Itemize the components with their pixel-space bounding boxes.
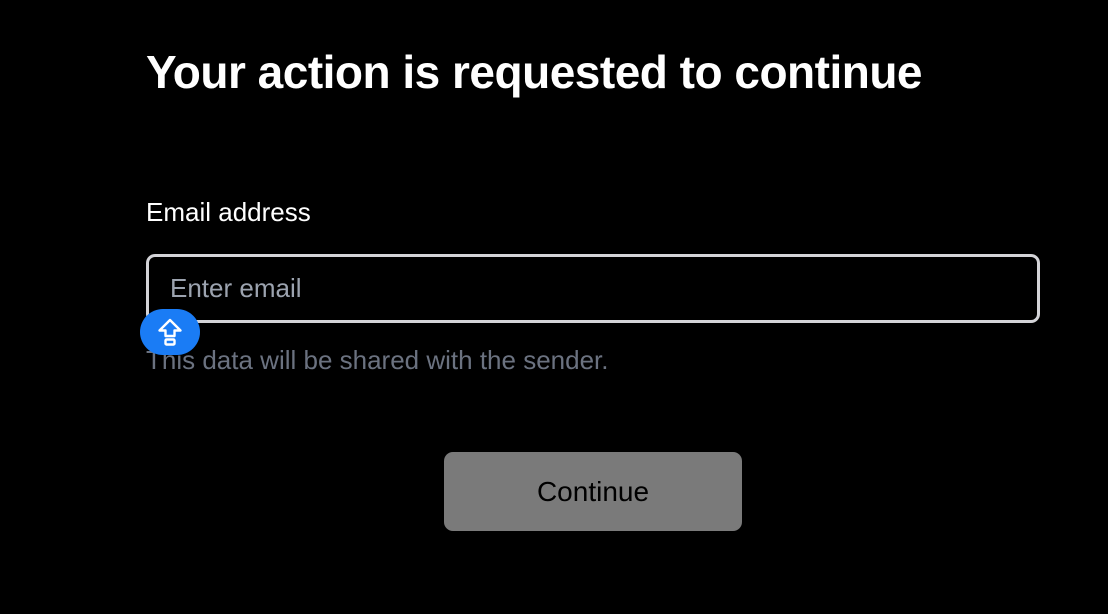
email-label: Email address bbox=[146, 197, 311, 227]
helper-text: This data will be shared with the sender… bbox=[146, 345, 609, 375]
arrow-up-icon bbox=[158, 318, 182, 346]
page-title: Your action is requested to continue bbox=[146, 46, 923, 98]
email-field[interactable] bbox=[146, 254, 1040, 323]
continue-button[interactable]: Continue bbox=[444, 452, 742, 531]
autofill-button[interactable] bbox=[140, 309, 200, 355]
